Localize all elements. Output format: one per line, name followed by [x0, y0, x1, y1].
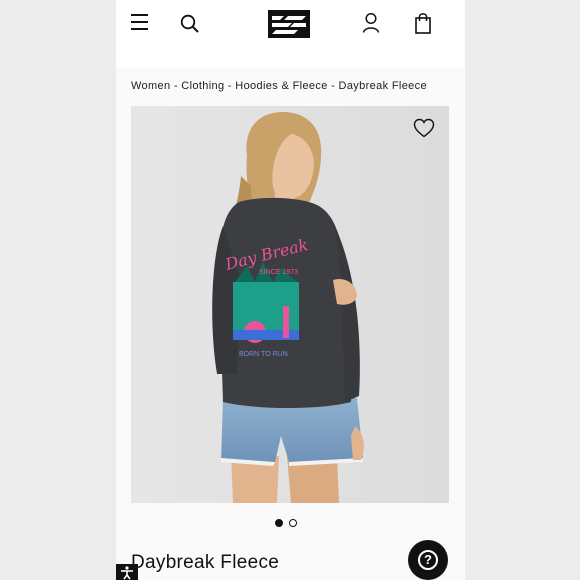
graphic-since-text: SINCE 1973	[259, 269, 298, 276]
graphic-bottom-text: BORN TO RUN	[239, 351, 288, 358]
breadcrumb: Women - Clothing - Hoodies & Fleece - Da…	[131, 80, 427, 92]
breadcrumb-item-current: Daybreak Fleece	[338, 80, 427, 92]
help-icon: ?	[418, 550, 438, 570]
outer-background-left	[0, 0, 116, 580]
mobile-page: Women - Clothing - Hoodies & Fleece - Da…	[116, 0, 465, 580]
breadcrumb-item-clothing[interactable]: Clothing	[181, 80, 224, 92]
accessibility-icon[interactable]	[116, 564, 138, 580]
help-button[interactable]: ?	[408, 540, 448, 580]
heart-icon[interactable]	[413, 118, 435, 138]
billabong-logo-icon[interactable]	[268, 10, 310, 38]
breadcrumb-item-hoodies-fleece[interactable]: Hoodies & Fleece	[235, 80, 327, 92]
gallery-dot[interactable]	[289, 519, 297, 527]
outer-background-right	[465, 0, 580, 580]
site-header	[116, 0, 465, 68]
gallery-dot-active[interactable]	[275, 519, 283, 527]
breadcrumb-separator: -	[170, 80, 182, 92]
search-icon[interactable]	[180, 14, 200, 34]
shopping-bag-icon[interactable]	[414, 12, 432, 34]
gallery-pagination	[275, 519, 305, 527]
product-title: Daybreak Fleece	[131, 552, 280, 573]
breadcrumb-separator: -	[327, 80, 339, 92]
breadcrumb-separator: -	[224, 80, 236, 92]
product-photo: Day Break SINCE 1973 BORN TO RUN	[131, 106, 449, 503]
breadcrumb-item-women[interactable]: Women	[131, 80, 170, 92]
product-image[interactable]: Day Break SINCE 1973 BORN TO RUN	[131, 106, 449, 503]
menu-icon[interactable]	[130, 13, 150, 31]
account-icon[interactable]	[362, 12, 380, 34]
